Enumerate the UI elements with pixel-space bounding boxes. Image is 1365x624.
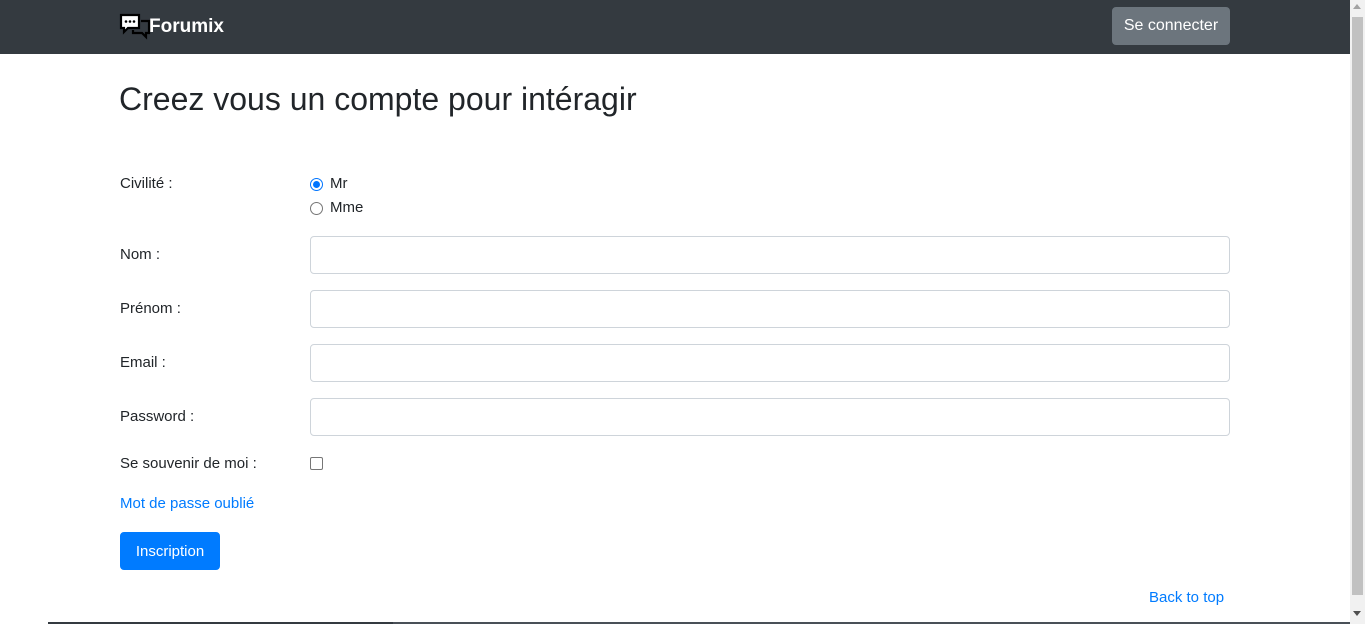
email-label: Email : — [120, 354, 166, 371]
scrollbar-thumb[interactable] — [1352, 17, 1363, 595]
civilite-label: Civilité : — [120, 175, 173, 192]
radio-mr[interactable] — [310, 177, 323, 191]
back-to-top-link[interactable]: Back to top — [1149, 588, 1224, 608]
password-input[interactable] — [310, 398, 1230, 436]
radio-option-mme[interactable]: Mme — [310, 198, 363, 218]
prenom-label: Prénom : — [120, 300, 181, 317]
radio-label-mme: Mme — [330, 199, 364, 216]
remember-me-label: Se souvenir de moi : — [120, 455, 257, 472]
password-label: Password : — [120, 408, 195, 425]
nom-input[interactable] — [310, 236, 1230, 274]
radio-mme[interactable] — [310, 201, 323, 215]
nom-label: Nom : — [120, 246, 161, 263]
scroll-down-arrow-icon[interactable] — [1353, 611, 1361, 616]
chat-bubbles-icon — [119, 13, 151, 41]
navbar: Forumix Se connecter — [0, 0, 1350, 54]
brand-name: Forumix — [149, 16, 224, 37]
brand-link[interactable]: Forumix — [119, 12, 224, 42]
signup-button[interactable]: Inscription — [120, 532, 220, 570]
email-input[interactable] — [310, 344, 1230, 382]
scroll-up-arrow-icon[interactable] — [1353, 4, 1361, 9]
remember-me-checkbox[interactable] — [310, 457, 323, 470]
forgot-password-link[interactable]: Mot de passe oublié — [120, 494, 254, 514]
login-button[interactable]: Se connecter — [1112, 7, 1230, 45]
radio-label-mr: Mr — [330, 175, 348, 192]
page-title: Creez vous un compte pour intéragir — [119, 81, 637, 117]
radio-option-mr[interactable]: Mr — [310, 174, 348, 194]
prenom-input[interactable] — [310, 290, 1230, 328]
